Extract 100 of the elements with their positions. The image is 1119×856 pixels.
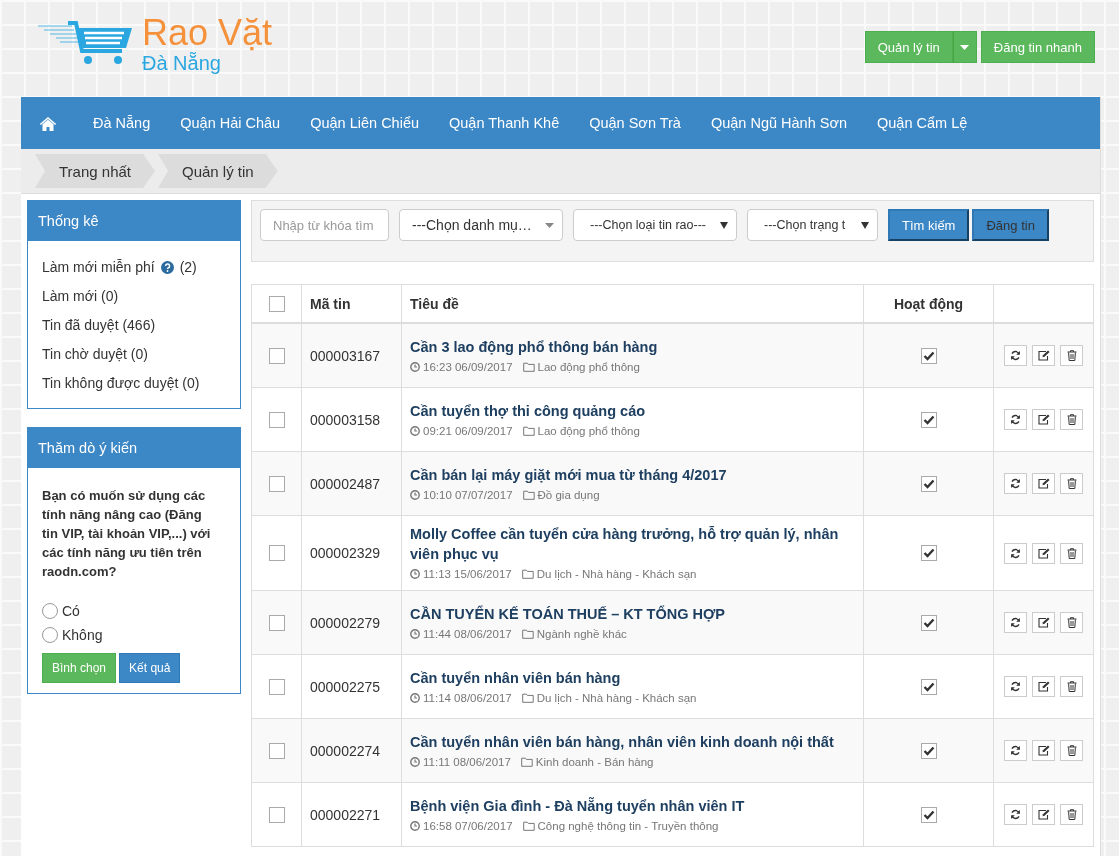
nav-link[interactable]: Quận Sơn Trà <box>574 115 696 131</box>
home-icon[interactable] <box>39 115 57 131</box>
stat-count: (2) <box>179 258 197 277</box>
delete-button[interactable] <box>1060 676 1083 697</box>
active-check-icon[interactable] <box>920 614 937 631</box>
row-checkbox[interactable] <box>268 742 285 759</box>
caret-icon <box>720 221 728 229</box>
folder-icon <box>522 489 535 500</box>
select-field[interactable]: ---Chọn trạng t <box>747 209 878 241</box>
edit-icon <box>1037 547 1050 559</box>
nav-link[interactable]: Quận Liên Chiểu <box>295 115 434 131</box>
delete-button[interactable] <box>1060 612 1083 633</box>
active-check-icon[interactable] <box>920 806 937 823</box>
stat-link[interactable]: Tin chờ duyệt (0) <box>42 340 148 369</box>
delete-button[interactable] <box>1060 804 1083 825</box>
panel-header: Thống kê <box>28 201 240 241</box>
row-checkbox[interactable] <box>268 806 285 823</box>
select-field[interactable]: ---Chọn danh mụ… <box>399 209 563 241</box>
row-checkbox[interactable] <box>268 545 285 561</box>
listing-id: 000002271 <box>310 806 381 823</box>
breadcrumb-item[interactable]: Trang nhất <box>35 154 155 188</box>
edit-button[interactable] <box>1032 612 1055 633</box>
folder-icon <box>522 361 535 372</box>
listing-title-link[interactable]: Molly Coffee cần tuyển cửa hàng trưởng, hỗ trợ quản lý, nhân viên phục vụ <box>410 524 855 564</box>
edit-button[interactable] <box>1032 409 1055 430</box>
active-check-icon[interactable] <box>920 678 937 695</box>
clock-icon <box>410 692 420 703</box>
edit-icon <box>1037 617 1050 628</box>
nav-link[interactable]: Quận Thanh Khê <box>434 115 575 131</box>
nav-link[interactable]: Quận Ngũ Hành Sơn <box>695 115 862 131</box>
nav-link[interactable]: Đà Nẵng <box>78 115 166 131</box>
radio-button[interactable] <box>42 627 58 643</box>
refresh-icon <box>1010 350 1021 361</box>
search-field[interactable]: Nhập từ khóa tìm <box>260 209 389 241</box>
column-header: Tiêu đề <box>410 295 459 312</box>
listing-title-link[interactable]: Cần tuyển nhân viên bán hàng, nhân viên kinh doanh nội thất <box>410 731 855 752</box>
dropdown-caret-button[interactable] <box>952 31 977 63</box>
clock-icon <box>410 569 420 579</box>
edit-button[interactable] <box>1032 473 1055 494</box>
trash-icon <box>1066 547 1077 559</box>
listing-title-link[interactable]: Cần 3 lao động phổ thông bán hàng <box>410 336 855 357</box>
active-check-icon[interactable] <box>920 411 937 428</box>
refresh-button[interactable] <box>1004 473 1027 494</box>
row-checkbox[interactable] <box>268 678 285 695</box>
refresh-button[interactable] <box>1004 612 1027 633</box>
listing-id: 000002275 <box>310 678 381 695</box>
edit-button[interactable] <box>1032 804 1055 825</box>
category-label: Lao động phổ thông <box>537 424 640 437</box>
listing-title-link[interactable]: Cần bán lại máy giặt mới mua từ tháng 4/2017 <box>410 464 855 485</box>
active-check-icon[interactable] <box>920 347 937 364</box>
select-all-checkbox[interactable] <box>268 295 285 312</box>
posted-time: 11:11 08/06/2017 <box>423 755 511 768</box>
delete-button[interactable] <box>1060 345 1083 366</box>
stat-link[interactable]: Tin đã duyệt (466) <box>42 311 156 340</box>
logo-subtitle: Đà Nẵng <box>142 52 222 74</box>
refresh-icon <box>1010 617 1021 628</box>
stat-link[interactable]: Làm mới (0) <box>42 282 119 311</box>
stat-link[interactable]: Tin không được duyệt (0) <box>42 369 200 398</box>
delete-button[interactable] <box>1060 740 1083 761</box>
refresh-button[interactable] <box>1004 345 1027 366</box>
trash-icon <box>1066 478 1077 489</box>
column-header: Mã tin <box>310 295 351 312</box>
clock-icon <box>410 489 420 500</box>
active-check-icon[interactable] <box>920 475 937 492</box>
edit-button[interactable] <box>1032 740 1055 761</box>
filter-button[interactable]: Tìm kiếm <box>888 209 970 241</box>
row-checkbox[interactable] <box>268 475 285 492</box>
active-check-icon[interactable] <box>920 742 937 759</box>
row-checkbox[interactable] <box>268 347 285 364</box>
refresh-button[interactable] <box>1004 542 1027 564</box>
listing-title-link[interactable]: Cần tuyển thợ thi công quảng cáo <box>410 400 855 421</box>
stat-link[interactable]: Làm mới miễn phí <box>42 253 155 282</box>
delete-button[interactable] <box>1060 542 1083 564</box>
listing-title-link[interactable]: Bệnh viện Gia đình - Đà Nẵng tuyển nhân viên IT <box>410 795 855 816</box>
poll-button[interactable]: Kết quả <box>119 653 181 683</box>
row-checkbox[interactable] <box>268 411 285 428</box>
refresh-button[interactable] <box>1004 740 1027 761</box>
breadcrumb-item[interactable]: Quản lý tin <box>158 154 278 188</box>
refresh-button[interactable] <box>1004 676 1027 697</box>
select-field[interactable]: ---Chọn loại tin rao--- <box>573 209 737 241</box>
radio-button[interactable] <box>42 603 58 619</box>
active-check-icon[interactable] <box>920 545 937 561</box>
nav-link[interactable]: Quận Cẩm Lệ <box>862 115 983 131</box>
refresh-button[interactable] <box>1004 804 1027 825</box>
folder-icon <box>522 425 535 436</box>
delete-button[interactable] <box>1060 473 1083 494</box>
refresh-button[interactable] <box>1004 409 1027 430</box>
nav-link[interactable]: Quận Hải Châu <box>165 115 296 131</box>
caret-icon <box>545 222 554 228</box>
edit-button[interactable] <box>1032 345 1055 366</box>
edit-button[interactable] <box>1032 542 1055 564</box>
edit-button[interactable] <box>1032 676 1055 697</box>
listing-title-link[interactable]: Cần tuyển nhân viên bán hàng <box>410 667 855 688</box>
edit-icon <box>1037 478 1050 489</box>
trash-icon <box>1066 809 1077 820</box>
row-checkbox[interactable] <box>268 614 285 631</box>
listing-title-link[interactable]: CẦN TUYỂN KẾ TOÁN THUẾ – KT TỔNG HỢP <box>410 603 855 624</box>
delete-button[interactable] <box>1060 409 1083 430</box>
panel-header: Thăm dò ý kiến <box>28 428 240 468</box>
trash-icon <box>1066 745 1077 756</box>
